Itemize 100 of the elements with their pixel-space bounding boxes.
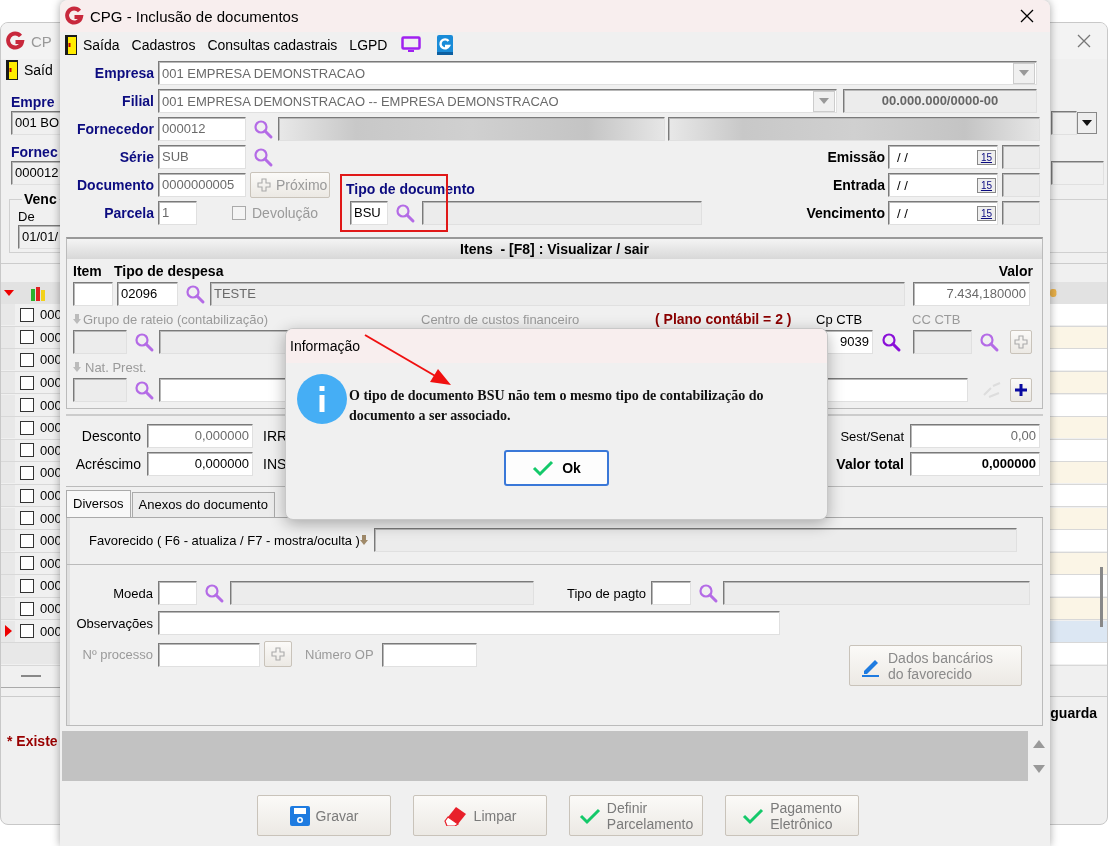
floppy-icon: [289, 805, 310, 826]
search-icon[interactable]: [978, 331, 1000, 353]
checkbox[interactable]: [20, 420, 34, 435]
input-field[interactable]: [1002, 201, 1040, 225]
input-field[interactable]: 7.434,180000: [913, 282, 1030, 306]
input-field[interactable]: TESTE: [210, 282, 905, 306]
search-icon[interactable]: [880, 331, 902, 353]
scrollbar[interactable]: [1100, 566, 1103, 627]
search-icon[interactable]: [133, 331, 155, 353]
input-field[interactable]: 001 EMPRESA DEMONSTRACAO -- EMPRESA DEMONSTRACAO: [158, 89, 837, 113]
field-label: Cp CTB: [816, 311, 864, 327]
caret-icon: [819, 98, 829, 104]
input-field[interactable]: 02096: [117, 282, 178, 306]
checkbox[interactable]: [20, 533, 34, 548]
action-button[interactable]: Gravar: [257, 795, 391, 836]
input-field[interactable]: [1051, 161, 1104, 185]
input-field[interactable]: [230, 581, 534, 605]
search-icon[interactable]: [252, 146, 274, 168]
input-field[interactable]: [158, 581, 197, 605]
field-label: Observações: [75, 615, 153, 631]
window-title: CP: [31, 32, 52, 50]
arrow-down-icon: [73, 362, 81, 372]
input-field[interactable]: [73, 378, 127, 402]
date-field[interactable]: / / 15: [888, 201, 998, 225]
field-label: De: [18, 209, 35, 224]
menu-item[interactable]: Cadastros: [129, 33, 204, 56]
checkbox[interactable]: [20, 601, 34, 616]
input-field[interactable]: SUB: [158, 145, 246, 169]
dropdown-button[interactable]: [1077, 112, 1097, 134]
input-field[interactable]: [422, 201, 702, 225]
search-icon[interactable]: [697, 582, 719, 604]
menu-item[interactable]: Consultas cadastrais: [205, 33, 346, 56]
checkbox[interactable]: [20, 488, 34, 503]
caret-icon: [1019, 70, 1029, 76]
ok-button[interactable]: Ok: [504, 450, 609, 486]
checkbox[interactable]: [20, 398, 34, 413]
search-icon[interactable]: [394, 202, 416, 224]
caret-icon: [1082, 120, 1092, 126]
calendar-button[interactable]: 15: [976, 177, 996, 193]
input-field[interactable]: [381, 643, 477, 667]
memo-field[interactable]: [62, 731, 1028, 781]
input-field[interactable]: 0000000005: [158, 173, 246, 197]
input-field[interactable]: [723, 581, 1030, 605]
input-field[interactable]: [73, 282, 113, 306]
checkbox[interactable]: [20, 624, 34, 639]
scroll-up-button[interactable]: [1033, 739, 1045, 748]
status-text: guarda: [1050, 704, 1097, 721]
input-field[interactable]: [158, 611, 780, 635]
input-field[interactable]: [913, 330, 972, 354]
input-field[interactable]: 0,00: [910, 424, 1040, 448]
menu-item[interactable]: Saída: [63, 33, 128, 56]
field-label: Filial: [121, 93, 154, 109]
input-field[interactable]: 1: [158, 201, 197, 225]
tab[interactable]: Anexos do documento: [131, 492, 275, 517]
action-button[interactable]: Pagamento Eletrônico: [725, 795, 859, 836]
menu-item[interactable]: Saíd: [4, 59, 61, 81]
search-icon[interactable]: [133, 379, 155, 401]
checkbox[interactable]: [20, 375, 34, 390]
input-field[interactable]: BSU: [350, 201, 388, 225]
input-field[interactable]: [651, 581, 691, 605]
input-field[interactable]: [1002, 145, 1040, 169]
close-icon[interactable]: [1020, 9, 1034, 23]
menu-item[interactable]: LGPD: [347, 33, 396, 56]
logo-icon: [64, 6, 84, 26]
date-field[interactable]: / / 15: [888, 145, 998, 169]
tab[interactable]: Diversos: [66, 490, 131, 517]
date-field[interactable]: / / 15: [888, 173, 998, 197]
monitor-icon[interactable]: [401, 35, 422, 54]
eraser-icon: [443, 805, 468, 826]
checkbox[interactable]: [20, 353, 34, 367]
search-icon[interactable]: [184, 283, 206, 305]
input-field[interactable]: [73, 330, 127, 354]
checkbox[interactable]: [20, 511, 34, 526]
group-label: Venc: [22, 191, 59, 207]
input-field[interactable]: 0,000000: [147, 452, 253, 476]
input-field[interactable]: 001 EMPRESA DEMONSTRACAO: [158, 61, 1037, 85]
input-field[interactable]: [158, 643, 260, 667]
calendar-button[interactable]: 15: [976, 149, 996, 165]
add-button[interactable]: [1010, 378, 1032, 402]
input-field[interactable]: 000012: [158, 117, 246, 141]
action-button[interactable]: Definir Parcelamento: [569, 795, 703, 836]
input-field[interactable]: [373, 528, 1017, 552]
dash-icon: [21, 675, 41, 677]
action-button[interactable]: Limpar: [413, 795, 547, 836]
checkbox[interactable]: [20, 556, 34, 571]
checkbox[interactable]: [20, 330, 34, 345]
checkbox[interactable]: [20, 307, 34, 322]
calendar-button[interactable]: 15: [976, 205, 996, 221]
input-field[interactable]: 00.000.000/0000-00: [843, 89, 1037, 113]
scroll-down-button[interactable]: [1033, 764, 1045, 773]
logo-icon[interactable]: [437, 34, 454, 55]
input-field[interactable]: 0,000000: [910, 452, 1040, 476]
checkbox[interactable]: [20, 578, 34, 593]
search-icon[interactable]: [203, 582, 225, 604]
input-field[interactable]: [1051, 111, 1077, 135]
search-icon[interactable]: [252, 118, 274, 140]
checkbox[interactable]: [20, 465, 34, 480]
input-field[interactable]: [1002, 173, 1040, 197]
field-label: Parcela: [103, 205, 154, 221]
checkbox[interactable]: [20, 443, 34, 458]
